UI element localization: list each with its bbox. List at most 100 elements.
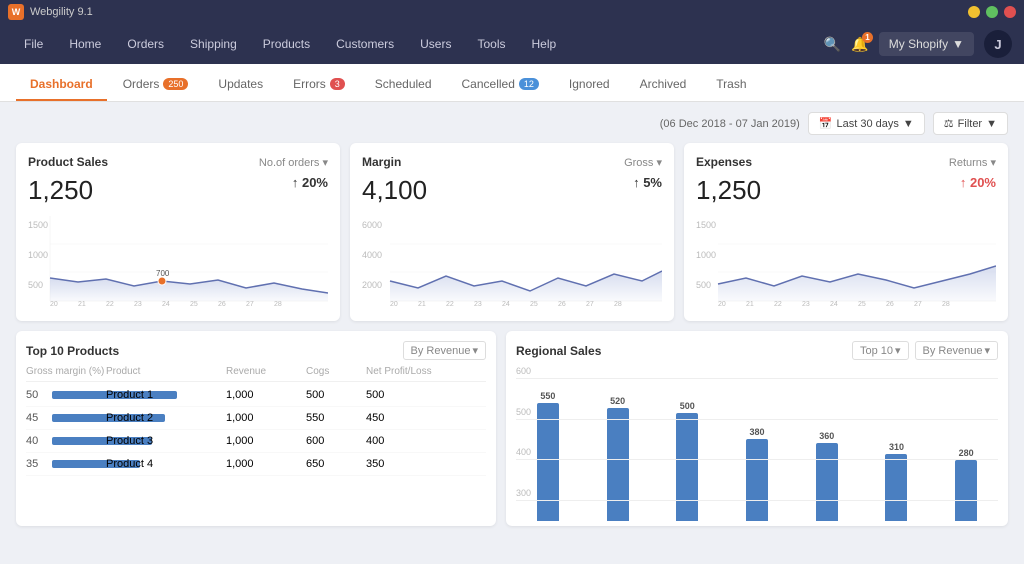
margin-subtitle[interactable]: Gross ▾ [624,156,662,169]
menu-file[interactable]: File [12,31,55,57]
expenses-subtitle[interactable]: Returns ▾ [949,156,996,169]
shopify-button[interactable]: My Shopify ▼ [879,32,974,56]
search-icon[interactable]: 🔍 [824,36,841,53]
shopify-label: My Shopify [889,37,948,51]
menu-users[interactable]: Users [408,31,463,57]
bar-rect [816,443,838,521]
menu-right: 🔍 🔔 1 My Shopify ▼ J [824,30,1012,58]
table-row: 50 Product 1 1,000 500 500 [26,384,486,407]
col-revenue: Revenue [226,366,306,377]
svg-text:25: 25 [858,301,866,306]
tab-ignored[interactable]: Ignored [555,69,624,101]
svg-text:500: 500 [28,280,43,290]
bar-value-label: 500 [680,401,695,411]
menu-orders[interactable]: Orders [115,31,176,57]
margin-value: 4,100 [362,175,427,206]
by-revenue-chevron-icon: ▾ [472,344,478,357]
svg-text:27: 27 [246,301,254,306]
table-row: 40 Product 3 1,000 600 400 [26,430,486,453]
product-sales-subtitle[interactable]: No.of orders ▾ [259,156,328,169]
product-sales-value: 1,250 [28,175,93,206]
svg-text:28: 28 [274,301,282,306]
bar-rect [537,403,559,521]
revenue-value: 1,000 [226,412,306,424]
product-name: Product 2 [106,412,226,424]
margin-value: 40 [26,435,46,447]
product-sales-title: Product Sales [28,155,108,169]
svg-text:23: 23 [802,301,810,306]
notification-button[interactable]: 🔔 1 [851,36,868,53]
regional-top10-chevron-icon: ▾ [895,344,901,357]
filter-button[interactable]: ⚖ Filter ▼ [933,112,1008,135]
svg-text:26: 26 [558,301,566,306]
product-sales-change: ↑ 20% [292,175,328,190]
menu-home[interactable]: Home [57,31,113,57]
tab-scheduled[interactable]: Scheduled [361,69,446,101]
tab-updates[interactable]: Updates [204,69,277,101]
tab-cancelled[interactable]: Cancelled 12 [448,69,553,101]
minimize-button[interactable] [968,6,980,18]
expenses-title: Expenses [696,155,752,169]
margin-cell: 50 [26,389,106,401]
expenses-change: ↑ 20% [960,175,996,190]
filter-label: Filter [958,118,982,130]
table-row: 45 Product 2 1,000 550 450 [26,407,486,430]
svg-text:700: 700 [156,269,170,278]
col-netprofit: Net Profit/Loss [366,366,466,377]
margin-change: ↑ 5% [633,175,662,190]
avatar-label: J [994,37,1001,52]
tab-orders[interactable]: Orders 250 [109,69,203,101]
svg-text:22: 22 [774,301,782,306]
tab-errors[interactable]: Errors 3 [279,69,359,101]
cancelled-badge: 12 [519,78,539,90]
regional-byrevenue-button[interactable]: By Revenue ▾ [915,341,998,360]
revenue-value: 1,000 [226,435,306,447]
menu-shipping[interactable]: Shipping [178,31,249,57]
menu-bar: File Home Orders Shipping Products Custo… [0,24,1024,64]
tab-archived[interactable]: Archived [626,69,701,101]
regional-top10-button[interactable]: Top 10 ▾ [852,341,909,360]
margin-card: Margin Gross ▾ 4,100 ↑ 5% 6000 4000 2000 [350,143,674,321]
bar-value-label: 520 [610,396,625,406]
svg-text:25: 25 [190,301,198,306]
product-name: Product 3 [106,435,226,447]
shopify-chevron-icon: ▼ [952,37,964,51]
avatar-button[interactable]: J [984,30,1012,58]
product-sales-chart: 1500 1000 500 700 20 21 22 23 24 25 26 2… [28,216,328,306]
close-button[interactable] [1004,6,1016,18]
svg-text:23: 23 [474,301,482,306]
svg-text:1500: 1500 [28,220,48,230]
menu-customers[interactable]: Customers [324,31,406,57]
svg-text:20: 20 [718,301,726,306]
regional-sales-panel: Regional Sales Top 10 ▾ By Revenue ▾ 600… [506,331,1008,526]
product-name: Product 4 [106,458,226,470]
margin-title: Margin [362,155,401,169]
svg-text:6000: 6000 [362,220,382,230]
by-revenue-button[interactable]: By Revenue ▾ [403,341,486,360]
cards-row: Product Sales No.of orders ▾ 1,250 ↑ 20%… [16,143,1008,321]
svg-text:500: 500 [696,280,711,290]
netprofit-value: 350 [366,458,466,470]
calendar-icon: 📅 [819,117,833,130]
tab-bar: Dashboard Orders 250 Updates Errors 3 Sc… [0,64,1024,102]
regional-sales-title: Regional Sales [516,344,601,358]
last30-label: Last 30 days [837,118,899,130]
tab-trash[interactable]: Trash [702,69,760,101]
last30-button[interactable]: 📅 Last 30 days ▼ [808,112,925,135]
svg-text:26: 26 [218,301,226,306]
bar-rect [885,454,907,521]
menu-help[interactable]: Help [520,31,569,57]
svg-text:21: 21 [78,301,86,306]
menu-items: File Home Orders Shipping Products Custo… [12,31,568,57]
netprofit-value: 500 [366,389,466,401]
tab-dashboard[interactable]: Dashboard [16,69,107,101]
margin-cell: 35 [26,458,106,470]
svg-text:26: 26 [886,301,894,306]
svg-text:23: 23 [134,301,142,306]
menu-tools[interactable]: Tools [465,31,517,57]
maximize-button[interactable] [986,6,998,18]
menu-products[interactable]: Products [251,31,322,57]
cogs-value: 550 [306,412,366,424]
table-row: 35 Product 4 1,000 650 350 [26,453,486,476]
svg-text:1000: 1000 [696,250,716,260]
